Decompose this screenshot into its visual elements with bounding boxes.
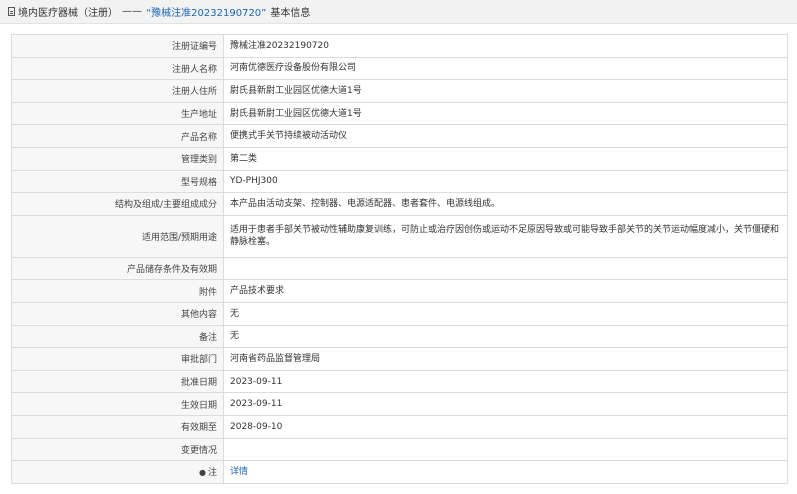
row-label: 产品储存条件及有效期 [11, 256, 224, 281]
note-label-cell: ● 注 [11, 460, 224, 484]
table-row: 批准日期 2023-09-11 [11, 369, 788, 394]
header-prefix: 境内医疗器械（注册） [18, 8, 118, 19]
row-label: 注册证编号 [11, 34, 224, 58]
row-value: YD-PHJ300 [223, 169, 788, 194]
header-separator: —— [122, 6, 142, 17]
row-value: 产品技术要求 [223, 279, 788, 303]
row-value: 本产品由活动支架、控制器、电源适配器、患者套件、电源线组成。 [223, 192, 788, 216]
row-label: 审批部门 [11, 347, 224, 371]
row-label: 备注 [11, 324, 224, 349]
table-row: 附件 产品技术要求 [11, 279, 788, 303]
page-header: 境内医疗器械（注册） —— “豫械注准20232190720” 基本信息 [0, 0, 797, 24]
table-row: 结构及组成/主要组成成分 本产品由活动支架、控制器、电源适配器、患者套件、电源线组… [11, 192, 788, 216]
row-label: 其他内容 [11, 301, 224, 326]
row-label: 适用范围/预期用途 [11, 214, 224, 258]
row-value: 便携式手关节持续被动活动仪 [223, 124, 788, 148]
document-icon [8, 7, 15, 16]
pin-icon: ● [199, 468, 206, 478]
table-row: 变更情况 [11, 437, 788, 462]
note-label: 注 [207, 468, 217, 479]
table-row: 注册证编号 豫械注准20232190720 [11, 34, 788, 58]
note-value-cell: 详情 [223, 460, 788, 484]
row-label: 管理类别 [11, 146, 224, 171]
row-label: 生产地址 [11, 101, 224, 126]
row-value [223, 256, 788, 281]
table-row: 备注无 [11, 324, 788, 349]
row-value [223, 437, 788, 462]
row-value: 无 [223, 301, 788, 326]
table-row: 产品名称 便携式手关节持续被动活动仪 [11, 124, 788, 148]
row-value: 无 [223, 324, 788, 349]
row-label: 有效期至 [11, 414, 224, 439]
row-value: 第二类 [223, 146, 788, 171]
row-value: 豫械注准20232190720 [223, 34, 788, 58]
table-row: 管理类别 第二类 [11, 146, 788, 171]
row-label: 批准日期 [11, 369, 224, 394]
row-value: 河南省药品监督管理局 [223, 347, 788, 371]
table-row: 适用范围/预期用途 适用于患者手部关节被动性辅助康复训练，可防止或治疗因创伤或运动… [11, 214, 788, 258]
row-label: 注册人住所 [11, 79, 224, 103]
row-value: 河南优德医疗设备股份有限公司 [223, 56, 788, 81]
row-value: 2023-09-11 [223, 369, 788, 394]
table-row: 生产地址 尉氏县新尉工业园区优德大道1号 [11, 101, 788, 126]
row-label: 变更情况 [11, 437, 224, 462]
row-label: 附件 [11, 279, 224, 303]
table-row: 产品储存条件及有效期 [11, 256, 788, 281]
row-value: 适用于患者手部关节被动性辅助康复训练，可防止或治疗因创伤或运动不足原因导致或可能… [223, 214, 788, 258]
row-value: 尉氏县新尉工业园区优德大道1号 [223, 79, 788, 103]
row-value: 2023-09-11 [223, 392, 788, 416]
table-row: 注册人住所 尉氏县新尉工业园区优德大道1号 [11, 79, 788, 103]
table-row: 注册人名称 河南优德医疗设备股份有限公司 [11, 56, 788, 81]
row-value: 2028-09-10 [223, 414, 788, 439]
table-row: 有效期至 2028-09-10 [11, 414, 788, 439]
row-label: 生效日期 [11, 392, 224, 416]
header-suffix: 基本信息 [270, 8, 311, 19]
table-row: 型号规格 YD-PHJ300 [11, 169, 788, 194]
row-label: 结构及组成/主要组成成分 [11, 192, 224, 216]
note-row: ● 注 详情 [11, 460, 788, 484]
details-link[interactable]: 详情 [230, 467, 248, 477]
header-registration-number: “豫械注准20232190720” [146, 8, 267, 19]
detail-table: 注册证编号 豫械注准20232190720 注册人名称 河南优德医疗设备股份有限公司… [11, 34, 788, 484]
row-label: 型号规格 [11, 169, 224, 194]
table-row: 其他内容无 [11, 301, 788, 326]
table-row: 审批部门 河南省药品监督管理局 [11, 347, 788, 371]
row-label: 注册人名称 [11, 56, 224, 81]
row-value: 尉氏县新尉工业园区优德大道1号 [223, 101, 788, 126]
table-row: 生效日期 2023-09-11 [11, 392, 788, 416]
row-label: 产品名称 [11, 124, 224, 148]
